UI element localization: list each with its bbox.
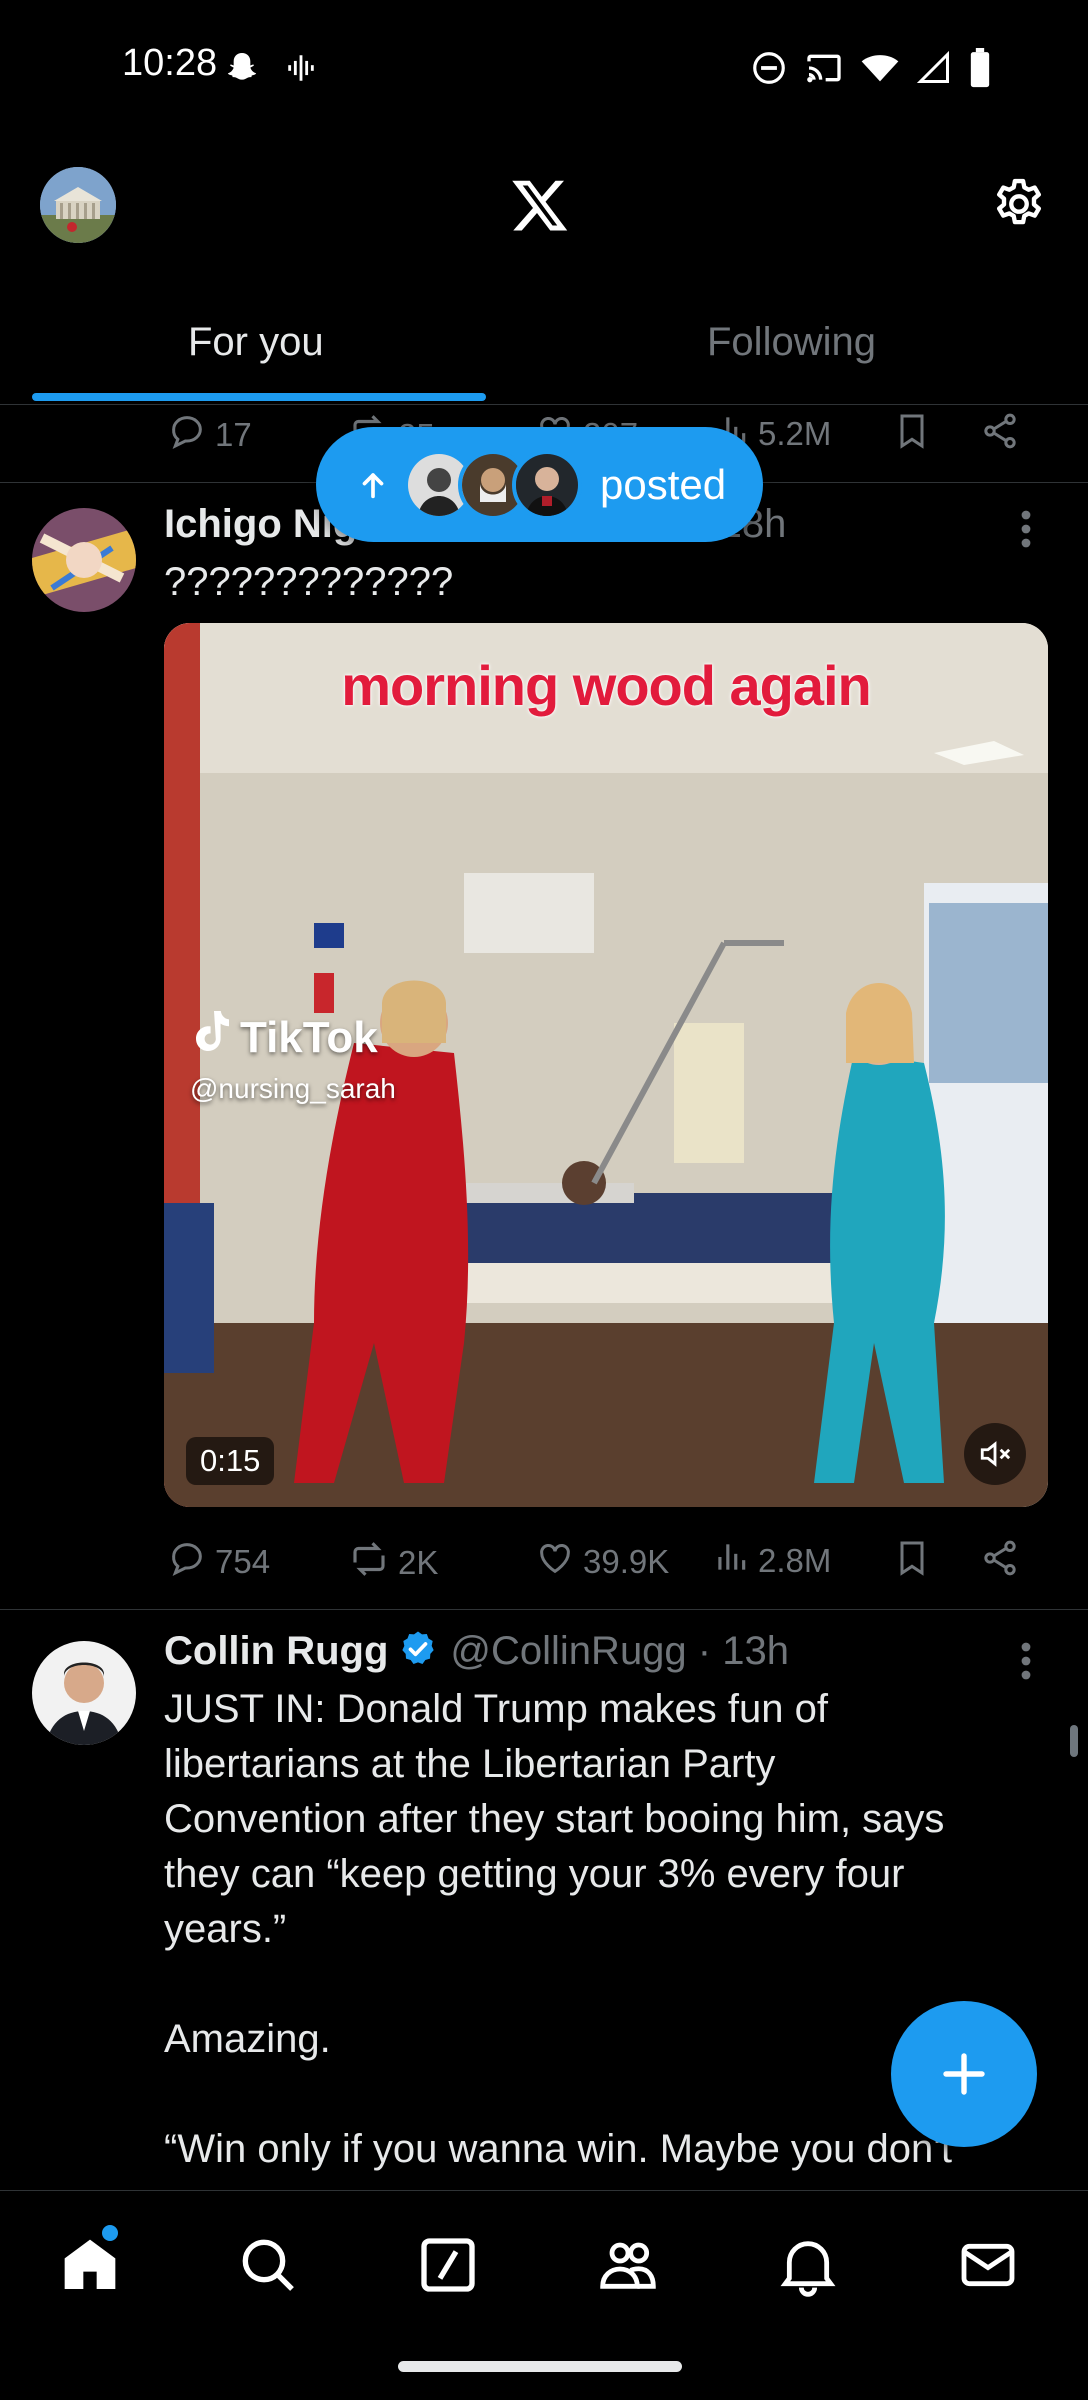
communities-icon[interactable]	[596, 2233, 660, 2297]
scrollbar[interactable]	[1070, 1725, 1078, 1757]
like-button[interactable]: 39.9K	[535, 1538, 669, 1586]
reply-icon	[167, 411, 207, 459]
repost-button[interactable]: 2K	[348, 1538, 438, 1588]
views-icon	[712, 1538, 750, 1584]
battery-icon	[968, 48, 992, 88]
unread-dot	[102, 2225, 118, 2241]
tweet-text-line: years.”	[164, 1907, 287, 1951]
video-duration: 0:15	[186, 1437, 275, 1485]
bookmark-icon	[892, 1538, 932, 1586]
do-not-disturb-icon	[750, 49, 788, 87]
tiktok-icon	[192, 1009, 232, 1066]
tab-indicator	[32, 393, 486, 401]
views-count: 5.2M	[758, 415, 832, 452]
notifications-icon[interactable]	[776, 2233, 840, 2297]
tiktok-label: TikTok	[240, 1012, 378, 1062]
reply-icon	[167, 1538, 207, 1586]
app-header	[0, 135, 1088, 270]
reply-count: 754	[215, 1543, 271, 1580]
messages-icon[interactable]	[956, 2233, 1020, 2297]
tweet-text-line: they can “keep getting your 3% every fou…	[164, 1852, 905, 1896]
share-icon	[980, 411, 1020, 459]
video-caption: morning wood again	[341, 654, 872, 717]
heart-icon	[535, 1538, 575, 1586]
reply-count: 17	[215, 416, 252, 453]
arrow-up-icon	[362, 472, 384, 498]
speaker-muted-icon	[980, 1441, 1011, 1467]
tweet-text-line: Convention after they start booing him, …	[164, 1797, 945, 1841]
compose-button[interactable]	[891, 2001, 1037, 2147]
share-button[interactable]	[980, 1538, 1020, 1586]
tweet-text-line: “Win only if you wanna win. Maybe you do…	[164, 2127, 953, 2171]
new-posts-pill[interactable]: posted	[316, 427, 763, 542]
mute-button[interactable]	[964, 1423, 1026, 1485]
posted-label: posted	[600, 460, 727, 508]
like-count: 39.9K	[583, 1543, 670, 1580]
plus-icon	[943, 2053, 985, 2095]
views-button[interactable]: 2.8M	[712, 1538, 831, 1584]
bookmark-button[interactable]	[892, 1538, 932, 1586]
profile-avatar[interactable]	[40, 167, 116, 243]
tweet-text: ?????????????	[164, 560, 454, 604]
avatar[interactable]	[32, 1641, 136, 1745]
timeline-tabs: For you Following	[0, 290, 1088, 405]
tweet-text-line: JUST IN: Donald Trump makes fun of	[164, 1687, 828, 1731]
share-button[interactable]	[980, 411, 1020, 459]
tweet-video[interactable]: morning wood again TikTok @nursing_sarah…	[164, 623, 1048, 1507]
wifi-icon	[860, 48, 900, 88]
tweet-text-spacer	[164, 1957, 1044, 2012]
signal-icon	[916, 50, 952, 86]
reply-button[interactable]: 17	[167, 411, 252, 459]
gear-icon[interactable]	[990, 175, 1048, 233]
home-icon[interactable]	[58, 2233, 122, 2297]
bookmark-icon	[892, 411, 932, 459]
x-logo-icon[interactable]	[510, 175, 570, 235]
tab-following[interactable]: Following	[707, 320, 876, 365]
home-indicator[interactable]	[398, 2361, 682, 2372]
snapchat-icon	[222, 48, 262, 88]
status-time: 10:28	[122, 42, 218, 84]
avatar[interactable]	[32, 508, 136, 612]
reply-button[interactable]: 754	[167, 1538, 270, 1586]
voice-waveform-icon	[284, 51, 318, 85]
author-handle[interactable]: @CollinRugg · 13h	[450, 1629, 789, 1674]
more-options-icon[interactable]	[1020, 509, 1032, 549]
tweet-header: Collin Rugg @CollinRugg · 13h	[164, 1629, 789, 1679]
views-count: 2.8M	[758, 1542, 832, 1579]
tiktok-username: @nursing_sarah	[190, 1073, 396, 1104]
tweet-text-line: libertarians at the Libertarian Party	[164, 1742, 776, 1786]
search-icon[interactable]	[236, 2233, 300, 2297]
more-options-icon[interactable]	[1020, 1641, 1032, 1681]
tab-for-you[interactable]: For you	[188, 320, 324, 365]
cast-icon	[804, 48, 844, 88]
tiktok-watermark: TikTok	[192, 1009, 378, 1066]
repost-count: 2K	[398, 1544, 439, 1581]
verified-badge-icon	[398, 1629, 438, 1679]
repost-icon	[348, 1538, 390, 1588]
status-bar: 10:28	[0, 0, 1088, 135]
share-icon	[980, 1538, 1020, 1586]
poster-avatar	[512, 449, 582, 520]
author-name[interactable]: Collin Rugg	[164, 1629, 388, 1674]
bookmark-button[interactable]	[892, 411, 932, 459]
grok-icon[interactable]	[416, 2233, 480, 2297]
